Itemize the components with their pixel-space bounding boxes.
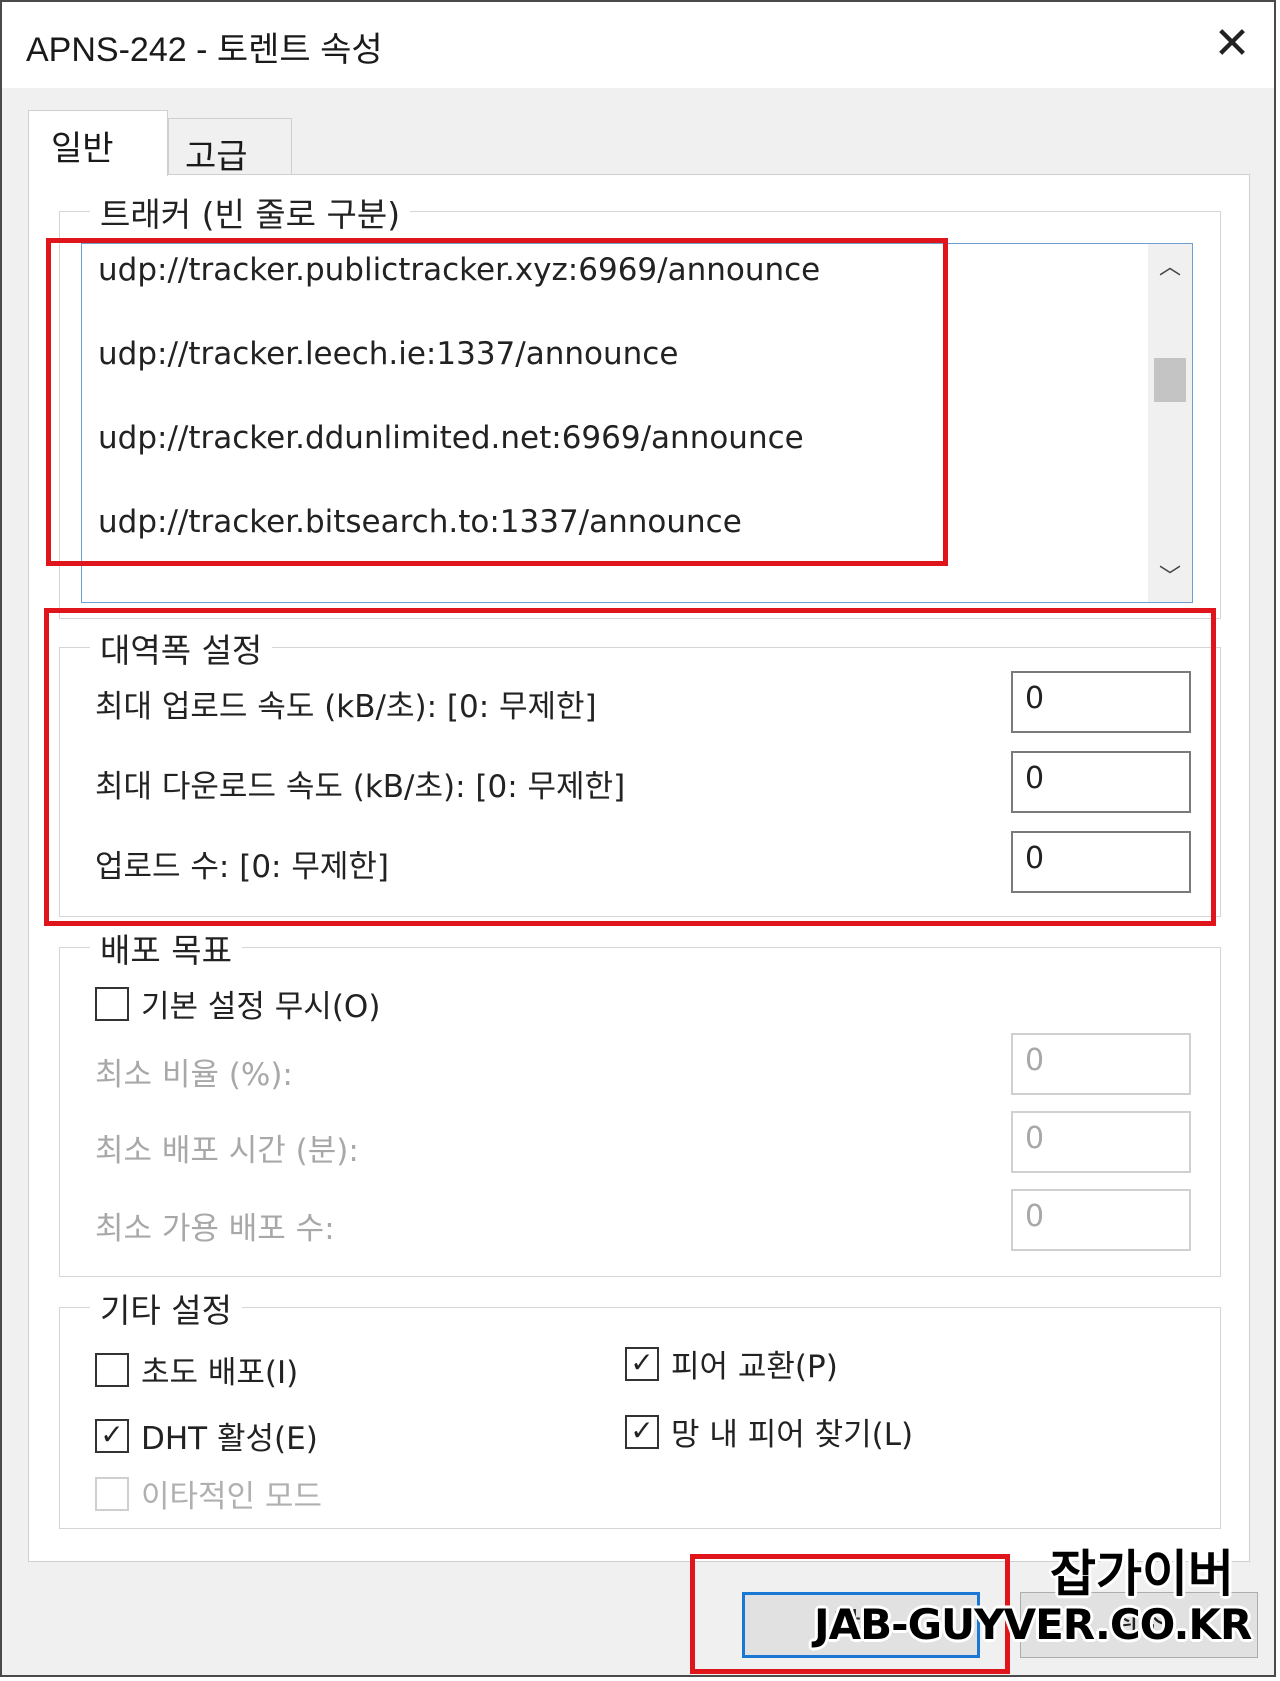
initial-seeding-label: 초도 배포(I): [141, 1355, 299, 1391]
upload-slots-label: 업로드 수: [0: 무제한]: [95, 849, 390, 885]
scroll-up-icon[interactable]: ︿: [1148, 246, 1192, 290]
local-peer-discovery-checkbox[interactable]: ✓: [625, 1415, 659, 1449]
other-settings-group-label: 기타 설정: [90, 1284, 242, 1332]
window-title: APNS-242 - 토렌트 속성: [26, 31, 383, 69]
max-upload-input[interactable]: 0: [1011, 671, 1191, 733]
superseeding-mode-label: 이타적인 모드: [141, 1479, 322, 1515]
scroll-thumb[interactable]: [1154, 358, 1186, 402]
min-seed-time-input[interactable]: 0: [1011, 1111, 1191, 1173]
tab-advanced[interactable]: 고급: [168, 118, 292, 177]
trackers-group-label: 트래커 (빈 줄로 구분): [90, 188, 411, 236]
bandwidth-group-label: 대역폭 설정: [90, 624, 273, 672]
tracker-line: udp://tracker.leech.ie:1337/announce: [98, 336, 679, 372]
initial-seeding-checkbox[interactable]: [95, 1353, 129, 1387]
dht-enabled-label: DHT 활성(E): [141, 1421, 318, 1457]
min-ratio-input[interactable]: 0: [1011, 1033, 1191, 1095]
override-defaults-checkbox[interactable]: [95, 987, 129, 1021]
max-download-input[interactable]: 0: [1011, 751, 1191, 813]
min-seed-time-label: 최소 배포 시간 (분):: [95, 1133, 359, 1169]
tracker-list-textarea[interactable]: udp://tracker.publictracker.xyz:6969/ann…: [81, 243, 1193, 603]
tab-advanced-label: 고급: [185, 137, 248, 177]
title-bar[interactable]: APNS-242 - 토렌트 속성 ✕: [2, 2, 1274, 88]
seeding-goal-group-label: 배포 목표: [90, 924, 242, 972]
peer-exchange-checkbox[interactable]: ✓: [625, 1347, 659, 1381]
watermark-korean: 잡가이버: [1050, 1545, 1234, 1603]
superseeding-mode-checkbox[interactable]: [95, 1477, 129, 1511]
close-icon[interactable]: ✕: [1204, 16, 1260, 72]
tracker-line: udp://tracker.ddunlimited.net:6969/annou…: [98, 420, 804, 456]
tracker-line: udp://tracker.bitsearch.to:1337/announce: [98, 504, 742, 540]
general-tab-panel: 트래커 (빈 줄로 구분) udp://tracker.publictracke…: [28, 174, 1250, 1562]
watermark-english: JAB-GUYVER.CO.KR: [814, 1600, 1252, 1649]
min-available-seeds-input[interactable]: 0: [1011, 1189, 1191, 1251]
tab-general[interactable]: 일반: [28, 110, 168, 176]
torrent-properties-dialog: APNS-242 - 토렌트 속성 ✕ 일반 고급 트래커 (빈 줄로 구분) …: [0, 0, 1276, 1677]
min-ratio-label: 최소 비율 (%):: [95, 1057, 293, 1093]
scroll-down-icon[interactable]: ﹀: [1148, 556, 1192, 600]
max-upload-label: 최대 업로드 속도 (kB/초): [0: 무제한]: [95, 689, 597, 725]
peer-exchange-label: 피어 교환(P): [671, 1349, 838, 1385]
tab-general-label: 일반: [51, 129, 114, 169]
tracker-line: udp://tracker.publictracker.xyz:6969/ann…: [98, 252, 821, 288]
upload-slots-input[interactable]: 0: [1011, 831, 1191, 893]
dht-enabled-checkbox[interactable]: ✓: [95, 1419, 129, 1453]
override-defaults-label: 기본 설정 무시(O): [141, 989, 381, 1025]
min-available-seeds-label: 최소 가용 배포 수:: [95, 1211, 335, 1247]
local-peer-discovery-label: 망 내 피어 찾기(L): [671, 1417, 914, 1453]
tracker-scrollbar[interactable]: ︿ ﹀: [1148, 244, 1192, 602]
max-download-label: 최대 다운로드 속도 (kB/초): [0: 무제한]: [95, 769, 626, 805]
